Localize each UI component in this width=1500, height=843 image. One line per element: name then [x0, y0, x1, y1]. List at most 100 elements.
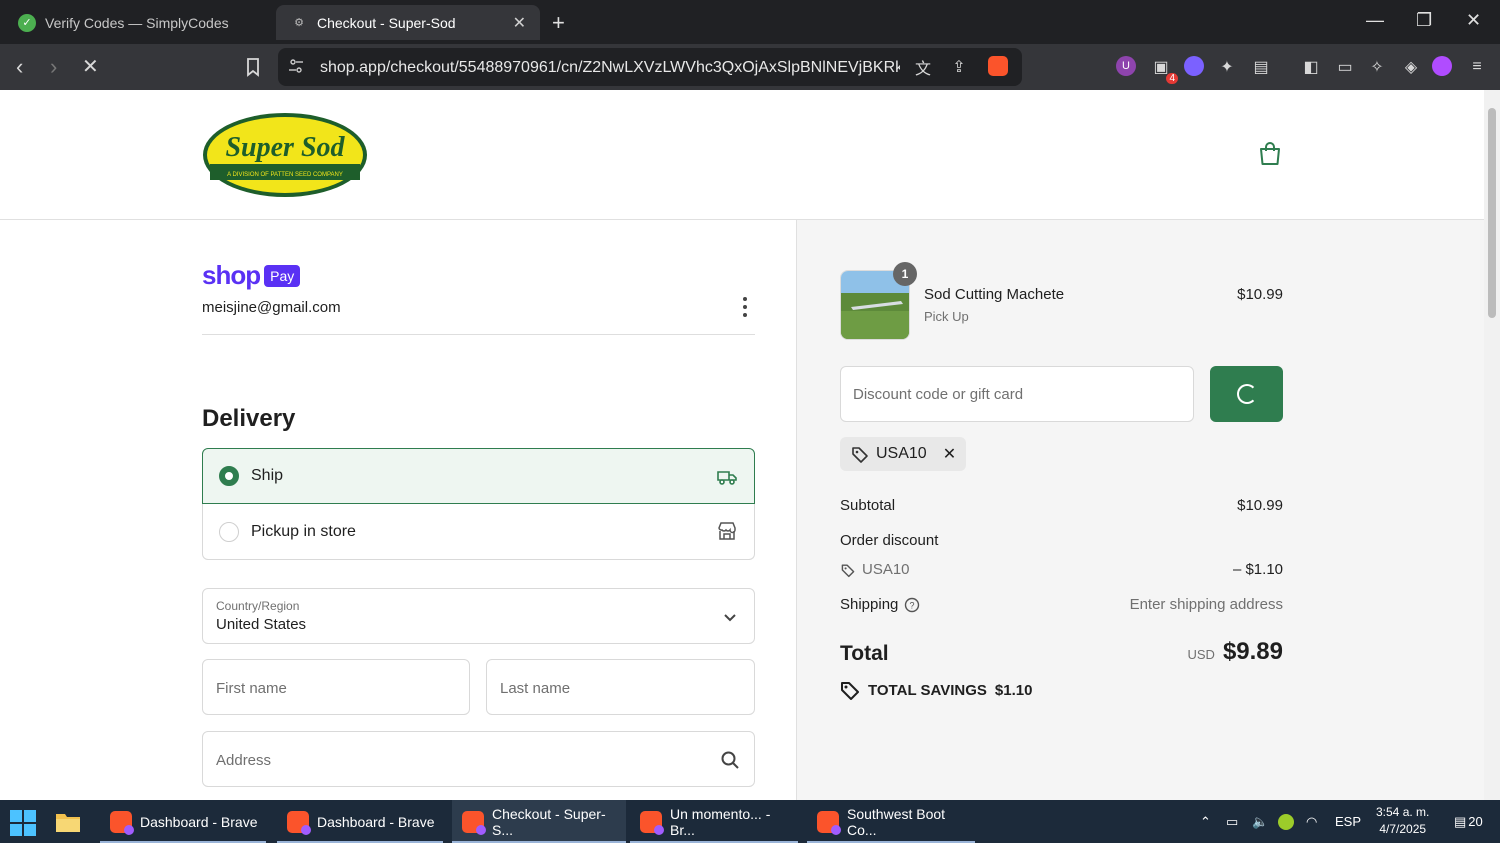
store-icon: [718, 522, 736, 540]
savings-value: $1.10: [994, 681, 1033, 699]
ship-radio[interactable]: [219, 466, 239, 486]
brave-icon: [817, 810, 841, 835]
site-settings-icon[interactable]: [288, 58, 304, 74]
order-discount-row: Order discount: [840, 532, 1283, 549]
translate-icon[interactable]: 文: [912, 56, 934, 78]
divider: [202, 334, 755, 335]
first-name-placeholder: First name: [216, 680, 287, 697]
app-tray-icon[interactable]: [1278, 800, 1294, 843]
help-circle-icon[interactable]: ?: [904, 597, 920, 613]
windows-taskbar: Dashboard - Brave Dashboard - Brave Chec…: [0, 800, 1500, 843]
browser-tab-bar: ✓ Verify Codes — SimplyCodes ⚙ Checkout …: [0, 0, 1500, 44]
language-indicator[interactable]: ESP: [1335, 800, 1361, 843]
stop-loading-icon[interactable]: ✕: [82, 54, 99, 79]
discount-detail-row: USA10 – $1.10: [840, 561, 1283, 578]
system-clock[interactable]: 3:54 a. m. 4/7/2025: [1376, 804, 1429, 838]
pay-pill: Pay: [264, 264, 301, 287]
assistant-extension-icon[interactable]: [1184, 56, 1204, 76]
tab-simplycodes[interactable]: ✓ Verify Codes — SimplyCodes: [4, 5, 270, 40]
delivery-option-pickup[interactable]: Pickup in store: [202, 504, 755, 560]
shopping-bag-icon[interactable]: [1256, 140, 1284, 168]
back-icon[interactable]: ‹: [16, 54, 23, 80]
brave-icon: [640, 810, 664, 835]
apply-discount-button[interactable]: [1210, 366, 1283, 422]
extensions-puzzle-icon[interactable]: ✦: [1216, 56, 1238, 78]
total-label: Total: [840, 642, 889, 665]
checkout-form: shop Pay meisjine@gmail.com Delivery Shi…: [0, 220, 797, 800]
minimize-icon[interactable]: —: [1366, 10, 1384, 31]
discount-code-input[interactable]: Discount code or gift card: [840, 366, 1194, 422]
file-explorer-icon[interactable]: [55, 811, 81, 833]
bookmark-icon[interactable]: [242, 56, 264, 78]
shop-pay-logo: shop Pay: [202, 260, 301, 291]
address-bar[interactable]: shop.app/checkout/55488970961/cn/Z2NwLXV…: [278, 48, 1022, 86]
more-options-icon[interactable]: [738, 296, 752, 318]
subtotal-value: $10.99: [1237, 497, 1283, 514]
delivery-option-ship[interactable]: Ship: [202, 448, 755, 504]
taskbar-item-un-momento[interactable]: Un momento... - Br...: [630, 800, 798, 843]
taskbar-label: Southwest Boot Co...: [847, 805, 946, 838]
first-name-field[interactable]: First name: [202, 659, 470, 715]
country-select[interactable]: Country/Region United States: [202, 588, 755, 644]
last-name-field[interactable]: Last name: [486, 659, 755, 715]
checkout-page: Super Sod A DIVISION OF PATTEN SEED COMP…: [0, 90, 1484, 800]
brave-icon: [287, 810, 311, 835]
profile-icon[interactable]: [1432, 56, 1452, 76]
wallet-icon[interactable]: ▭: [1334, 56, 1356, 78]
vpn-shield-icon[interactable]: ◈: [1400, 56, 1422, 78]
taskbar-item-dashboard-2[interactable]: Dashboard - Brave: [277, 800, 443, 843]
taskbar-label: Dashboard - Brave: [140, 813, 258, 830]
simplycodes-favicon-icon: ✓: [18, 13, 36, 32]
new-tab-icon[interactable]: +: [552, 10, 565, 36]
ublock-extension-icon[interactable]: U: [1116, 56, 1136, 76]
total-amount: USD $9.89: [1187, 638, 1283, 666]
tab-checkout[interactable]: ⚙ Checkout - Super-Sod ✕: [276, 5, 540, 40]
super-sod-logo[interactable]: Super Sod A DIVISION OF PATTEN SEED COMP…: [202, 112, 368, 198]
taskbar-item-dashboard-1[interactable]: Dashboard - Brave: [100, 800, 266, 843]
extension-icon[interactable]: ▣ 4: [1150, 56, 1178, 84]
pickup-radio[interactable]: [219, 521, 239, 542]
share-icon[interactable]: ⇪: [948, 56, 970, 78]
search-icon[interactable]: [720, 750, 740, 770]
address-field[interactable]: Address: [202, 731, 755, 787]
discount-placeholder: Discount code or gift card: [853, 386, 1024, 403]
leo-ai-icon[interactable]: ✧: [1366, 56, 1388, 78]
total-savings-row: TOTAL SAVINGS $1.10: [840, 680, 1283, 700]
store-header: Super Sod A DIVISION OF PATTEN SEED COMP…: [0, 90, 1484, 220]
tray-overflow-icon[interactable]: ⌃: [1200, 800, 1211, 843]
volume-icon[interactable]: 🔈: [1252, 800, 1268, 843]
close-tab-icon[interactable]: ✕: [513, 13, 526, 33]
taskbar-label: Checkout - Super-S...: [492, 805, 606, 838]
wifi-icon[interactable]: ◠: [1306, 800, 1317, 843]
svg-text:?: ?: [910, 600, 915, 610]
browser-toolbar: ‹ › ✕ shop.app/checkout/55488970961/cn/Z…: [0, 44, 1500, 90]
taskbar-item-checkout[interactable]: Checkout - Super-S...: [452, 800, 626, 843]
forward-icon[interactable]: ›: [50, 54, 57, 80]
close-window-icon[interactable]: ✕: [1466, 10, 1481, 31]
delivery-heading: Delivery: [202, 405, 296, 432]
remove-discount-icon[interactable]: ✕: [943, 444, 956, 464]
logo-text: Super Sod: [225, 132, 345, 163]
windows-start-icon[interactable]: [10, 810, 36, 836]
truck-icon: [717, 471, 737, 485]
subtotal-label: Subtotal: [840, 497, 896, 514]
loading-spinner-icon: [1237, 384, 1257, 404]
url-text: shop.app/checkout/55488970961/cn/Z2NwLXV…: [320, 59, 900, 76]
menu-icon[interactable]: ≡: [1466, 56, 1488, 78]
total-value: $9.89: [1222, 638, 1283, 665]
scrollbar-thumb[interactable]: [1488, 108, 1496, 318]
applied-discount-chip: USA10 ✕: [840, 437, 967, 471]
clock-time: 3:54 a. m.: [1376, 805, 1430, 819]
restore-icon[interactable]: ❐: [1416, 10, 1432, 31]
notifications-icon[interactable]: ▤ 20: [1454, 800, 1483, 843]
brave-shields-icon[interactable]: [988, 56, 1008, 76]
taskbar-item-southwest[interactable]: Southwest Boot Co...: [807, 800, 975, 843]
total-row: Total USD $9.89: [840, 638, 1283, 666]
discount-amount: – $1.10: [1232, 561, 1283, 578]
battery-icon[interactable]: ▭: [1226, 800, 1238, 843]
country-value: United States: [216, 616, 307, 633]
notification-count: 20: [1468, 814, 1483, 829]
sidebar-toggle-icon[interactable]: ◧: [1300, 56, 1322, 78]
page-scrollbar[interactable]: [1484, 90, 1500, 800]
reader-mode-icon[interactable]: ▤: [1250, 56, 1272, 78]
